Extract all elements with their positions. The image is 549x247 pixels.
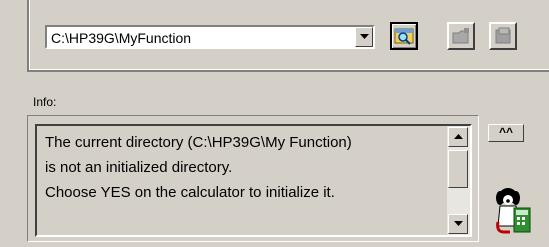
info-textarea[interactable]: The current directory (C:\HP39G\My Funct… [35, 124, 472, 237]
browse-button[interactable] [390, 22, 418, 50]
browse-folder-icon [394, 28, 414, 45]
vertical-scrollbar[interactable] [446, 126, 470, 235]
save-icon [495, 27, 511, 44]
info-message: The current directory (C:\HP39G\My Funct… [45, 130, 440, 205]
directory-path[interactable]: C:\HP39G\MyFunction [51, 30, 191, 46]
directory-combo[interactable]: C:\HP39G\MyFunction [45, 25, 375, 49]
chevron-down-icon [359, 34, 369, 39]
info-line: is not an initialized directory. [45, 159, 233, 176]
dropdown-button[interactable] [355, 27, 373, 47]
scroll-thumb[interactable] [448, 150, 468, 188]
scroll-down-button[interactable] [448, 214, 468, 234]
arrow-down-icon [453, 221, 463, 226]
info-label: Info: [33, 95, 57, 109]
scroll-up-button[interactable] [448, 127, 468, 147]
dog-calculator-icon [496, 188, 531, 234]
info-line: Choose YES on the calculator to initiali… [45, 184, 335, 201]
arrow-up-icon [453, 134, 463, 139]
new-folder-button[interactable] [447, 22, 475, 50]
save-button[interactable] [489, 22, 517, 50]
info-line: The current directory (C:\HP39G\My Funct… [45, 134, 352, 151]
new-folder-icon [452, 28, 469, 44]
collapse-button[interactable]: ^^ [488, 124, 524, 142]
